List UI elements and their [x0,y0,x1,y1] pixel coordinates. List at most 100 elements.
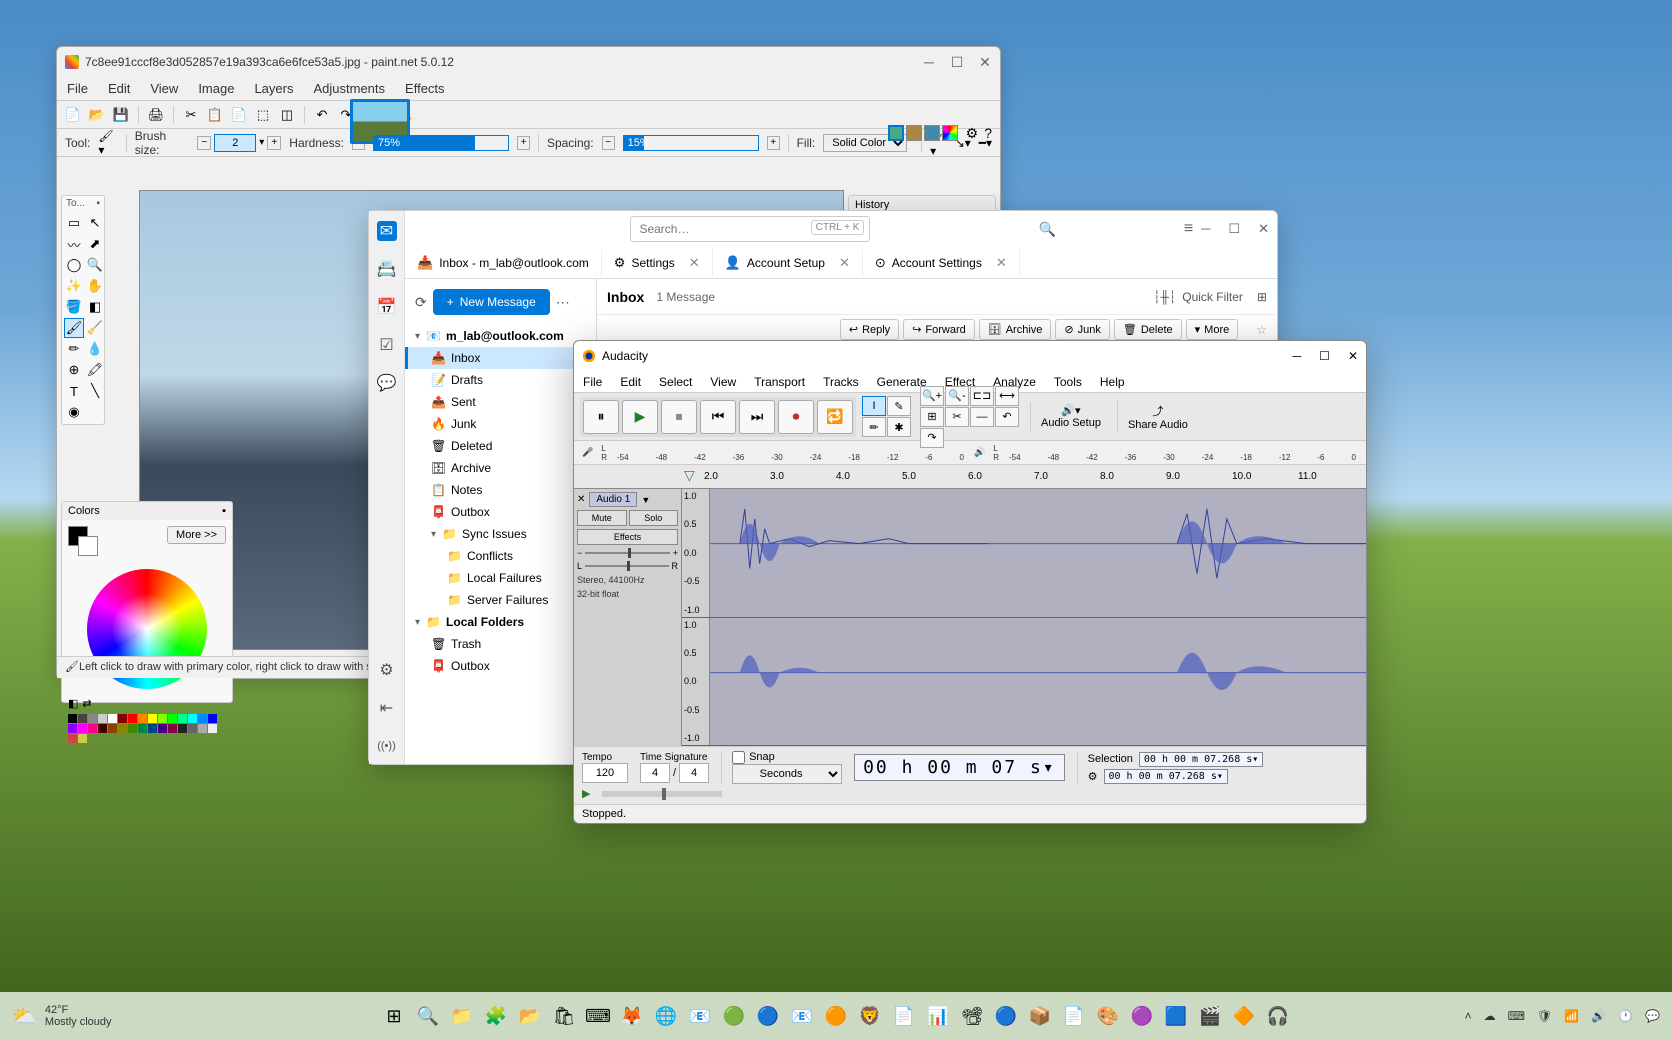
tab-close-icon[interactable]: ✕ [996,255,1007,271]
gain-slider[interactable]: −+ [577,548,678,558]
archive-button[interactable]: 🗄Archive [979,319,1052,340]
timeline-ruler[interactable]: ▽ 2.03.04.05.06.07.08.09.010.011.0 [574,465,1366,489]
trim-icon[interactable]: ✂ [945,407,969,427]
color-swatch[interactable] [138,714,147,723]
menu-adjustments[interactable]: Adjustments [303,78,395,99]
mic-icon[interactable]: 🎤 [582,447,593,458]
menu-layers[interactable]: Layers [244,78,303,99]
more-button[interactable]: ▾More [1186,319,1239,340]
chat-icon[interactable]: 💬 [377,373,397,393]
taskbar-app[interactable]: 🌐 [652,1002,680,1030]
snap-checkbox[interactable]: Snap [732,751,842,764]
color-swatch[interactable] [138,724,147,733]
folder-inbox[interactable]: 📥Inbox [405,347,596,369]
color-swatch[interactable] [68,734,77,743]
menu-effects[interactable]: Effects [395,78,455,99]
filter-icon[interactable]: ┆╫┆ [1153,290,1176,304]
tray-language-icon[interactable]: ⌨ [1508,1009,1525,1023]
taskbar-app[interactable]: 🎬 [1196,1002,1224,1030]
open-icon[interactable]: 📂 [87,105,107,125]
color-swatch[interactable] [118,724,127,733]
loop-button[interactable]: 🔁 [817,400,853,434]
taskbar-app[interactable]: 🎨 [1094,1002,1122,1030]
display-options-icon[interactable]: ⊞ [1257,290,1267,304]
rect-select-tool[interactable]: ▭ [64,213,84,233]
menu-tools[interactable]: Tools [1045,373,1091,391]
menu-tracks[interactable]: Tracks [814,373,868,391]
shapes-tool[interactable]: ◉ [64,402,84,422]
tray-notifications-icon[interactable]: 💬 [1645,1009,1660,1023]
menu-edit[interactable]: Edit [611,373,650,391]
app-menu-icon[interactable]: ≡ [1184,220,1193,238]
maximize-button[interactable]: ☐ [1228,221,1240,237]
color-swatch[interactable] [88,724,97,733]
waveform-area[interactable]: Audio 1 #1 Audio 1 #2 1.00.50.0-0.5-1.0 … [682,489,1366,746]
color-swatch[interactable] [198,724,207,733]
new-message-button[interactable]: + New Message [433,289,550,315]
color-swatch[interactable] [148,714,157,723]
color-swatch[interactable] [78,714,87,723]
taskbar-app[interactable]: 📄 [1060,1002,1088,1030]
paste-icon[interactable]: 📄 [229,105,249,125]
color-swatch[interactable] [68,724,77,733]
selection-tool[interactable]: I [862,396,886,416]
color-swatch[interactable] [128,724,137,733]
pencil-tool[interactable]: ✏ [64,339,84,359]
color-swatch[interactable] [208,724,217,733]
undo-icon[interactable]: ↶ [995,407,1019,427]
settings-space-icon[interactable]: ⚙ [377,660,397,680]
track-close-icon[interactable]: ✕ [577,494,585,505]
color-swatch[interactable] [78,724,87,733]
audacity-titlebar[interactable]: Audacity ─ ☐ ✕ [574,341,1366,371]
pause-button[interactable]: ⏸ [583,400,619,434]
color-swatch[interactable] [98,714,107,723]
menu-edit[interactable]: Edit [98,78,140,99]
hardness-slider[interactable]: 75% [373,135,509,151]
folder-drafts[interactable]: 📝Drafts [405,369,596,391]
calendar-icon[interactable]: 📅 [377,297,397,317]
global-search-icon[interactable]: 🔍 [1038,221,1055,238]
gear-icon[interactable]: ⚙ [966,125,979,142]
track-name[interactable]: Audio 1 [589,492,637,507]
color-swatch[interactable] [148,724,157,733]
color-swatch[interactable] [168,724,177,733]
move-sel-tool[interactable]: ⬈ [85,234,105,254]
color-swatch[interactable] [208,714,217,723]
zoom-toggle-icon[interactable]: ⊞ [920,407,944,427]
solo-button[interactable]: Solo [629,510,679,526]
taskbar-app[interactable]: 🟠 [822,1002,850,1030]
fit-sel-icon[interactable]: ⊏⊐ [970,386,994,406]
brush-tool[interactable]: 🖌 [64,318,84,338]
swap-icon[interactable]: ⇄ [82,697,91,710]
menu-select[interactable]: Select [650,373,701,391]
menu-view[interactable]: View [140,78,188,99]
color-swatch[interactable] [178,714,187,723]
deselect-icon[interactable]: ◫ [277,105,297,125]
selection-settings-icon[interactable]: ⚙ [1088,770,1098,783]
speaker-icon[interactable]: 🔊 [974,447,985,458]
timesig-numerator[interactable] [640,763,670,783]
taskbar-app[interactable]: 🟢 [720,1002,748,1030]
gradient-tool[interactable]: ◧ [85,297,105,317]
color-swatch[interactable] [188,724,197,733]
color-swatch[interactable] [108,724,117,733]
selection-end[interactable]: 00 h 00 m 07.268 s▾ [1104,769,1228,784]
eraser-tool[interactable]: 🧹 [85,318,105,338]
color-swatch[interactable] [68,714,77,723]
waveform-channel-right[interactable]: 1.00.50.0-0.5-1.0 [682,618,1366,747]
bw-icon[interactable]: ◧ [68,697,78,710]
picker-tool[interactable]: 💧 [85,339,105,359]
tab[interactable]: ⊙Account Settings✕ [863,249,1020,277]
brush-size-input[interactable] [214,134,256,152]
folder-item[interactable]: 📮Outbox [405,655,596,677]
color-swatch[interactable] [108,714,117,723]
track-menu-icon[interactable]: ▼ [641,495,650,505]
local-folders[interactable]: ▾📁Local Folders [405,611,596,633]
skip-start-button[interactable]: ⏮ [700,400,736,434]
color-swatch[interactable] [118,714,127,723]
tempo-input[interactable] [582,763,628,783]
tab-close-icon[interactable]: ✕ [689,255,700,271]
multi-tool[interactable]: ✱ [887,417,911,437]
taskbar-app[interactable]: 📄 [890,1002,918,1030]
folder-item[interactable]: 📁Local Failures [405,567,596,589]
